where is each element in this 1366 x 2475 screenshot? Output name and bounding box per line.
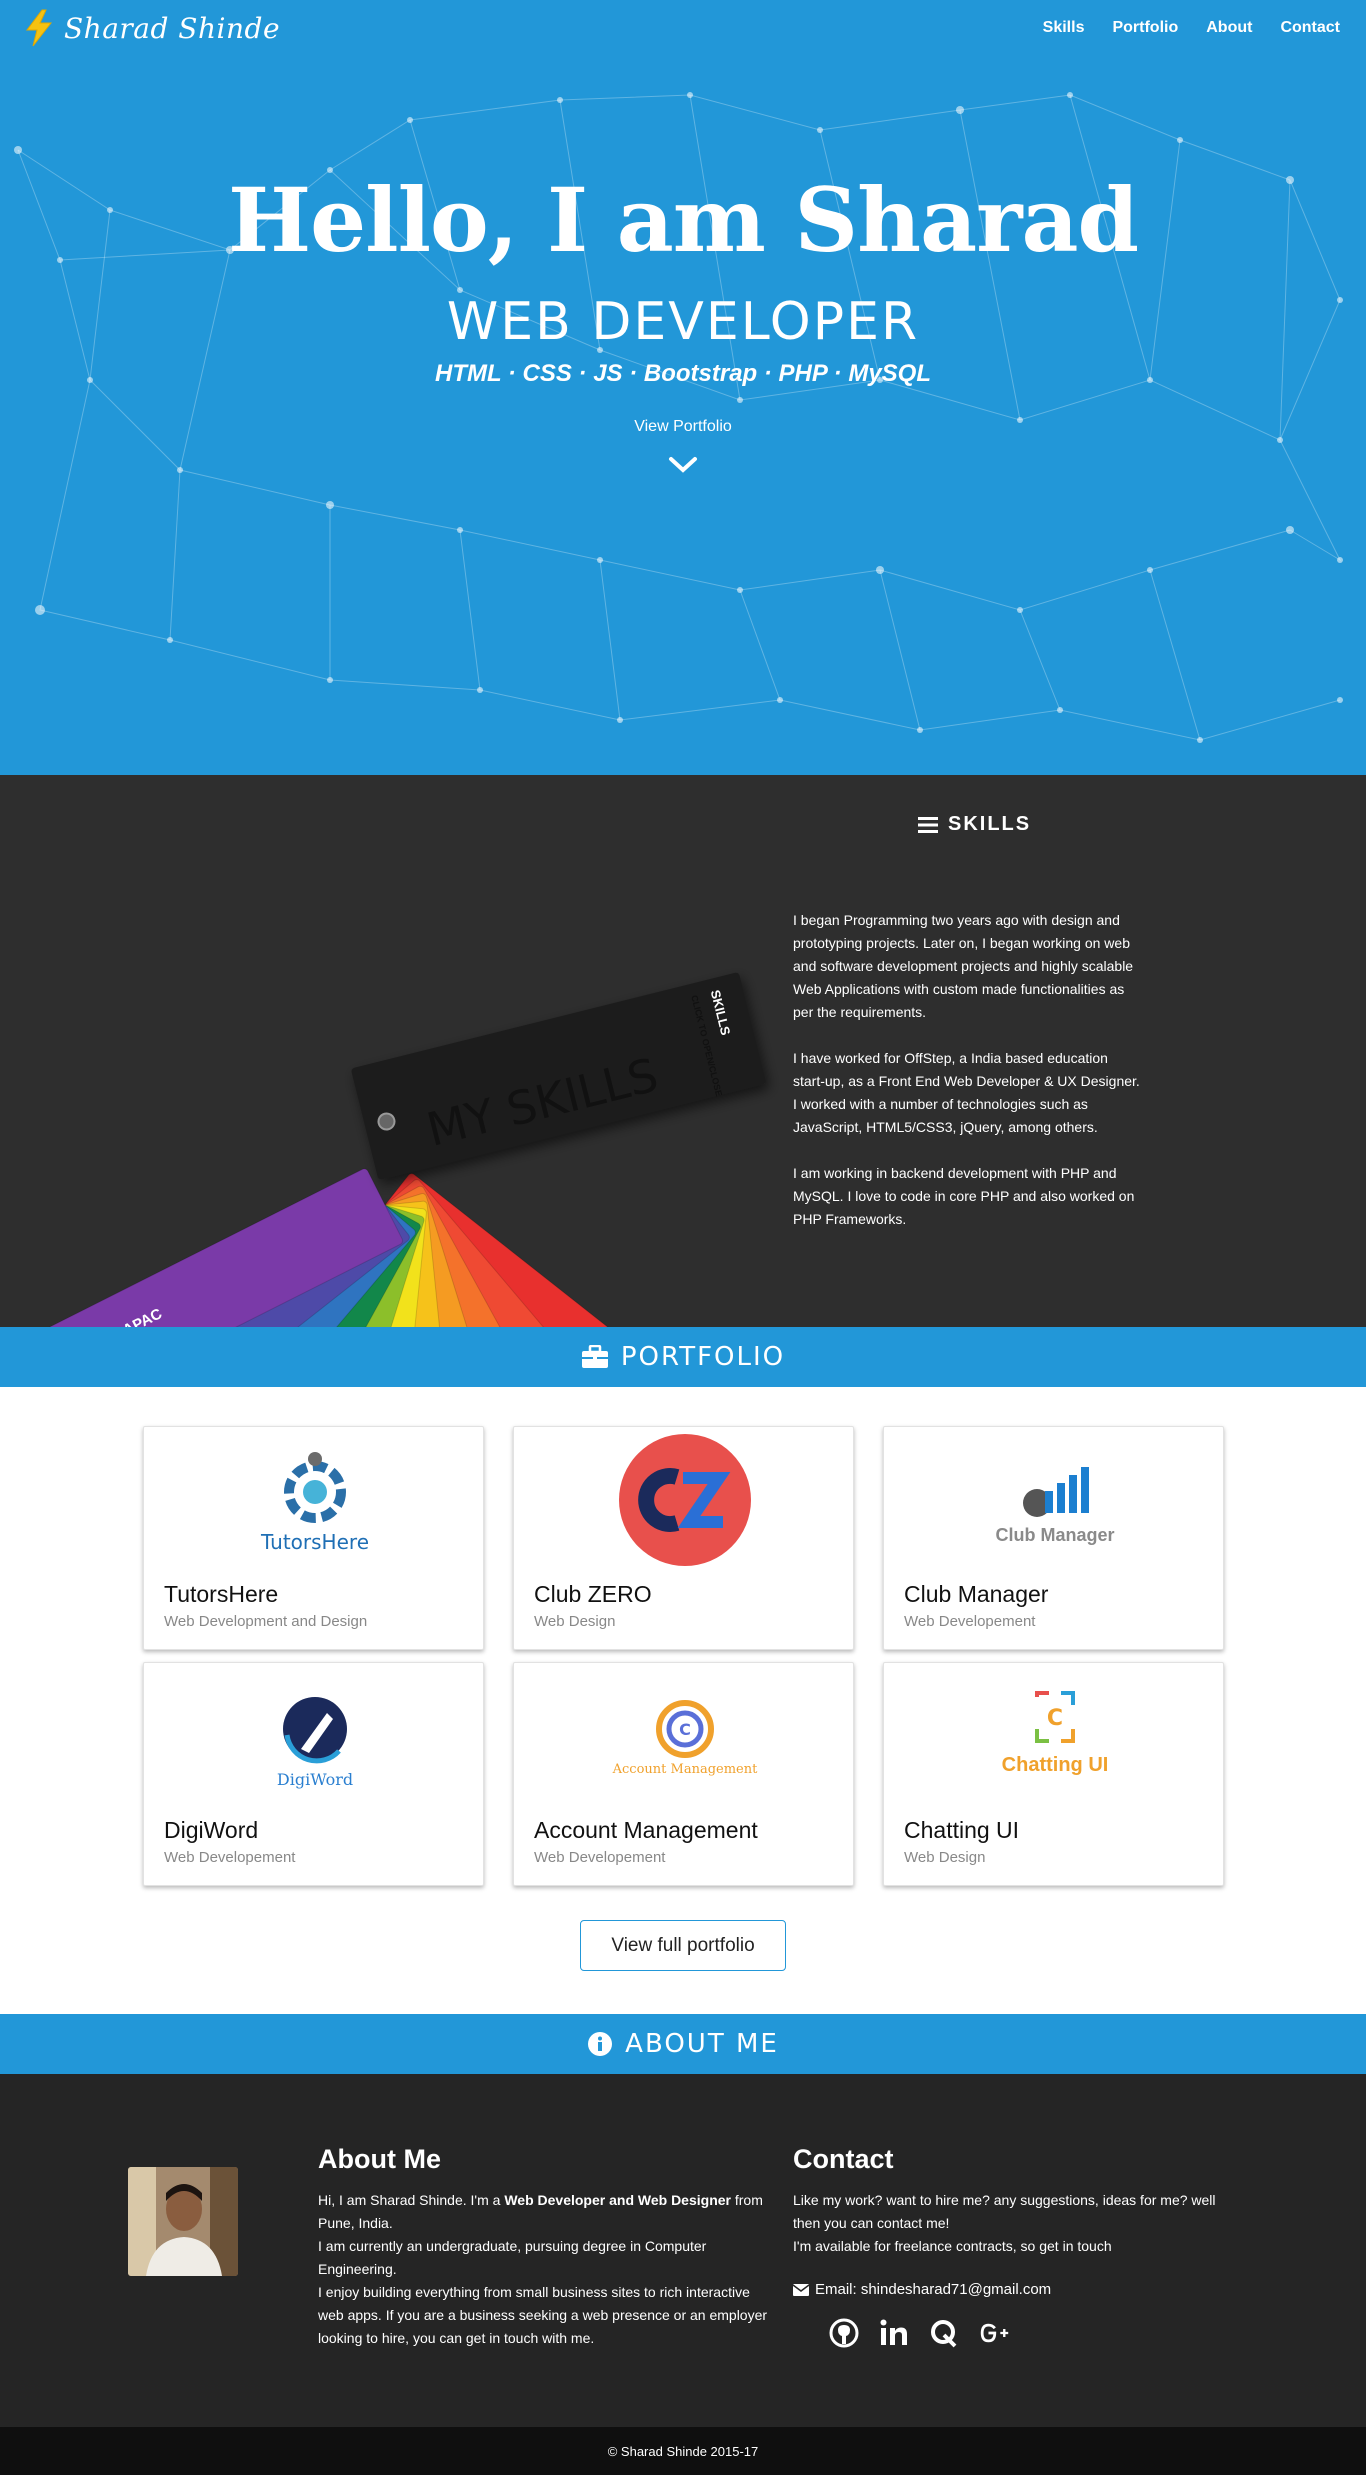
svg-text:TutorsHere: TutorsHere [259, 1530, 368, 1554]
tutorshere-logo: TutorsHere [144, 1427, 485, 1577]
my-skills-card[interactable]: MY SKILLS SKILLS CLICK TO OPEN/CLOSE [351, 972, 767, 1181]
hero-tech-list: HTML · CSS · JS · Bootstrap · PHP · MySQ… [434, 360, 932, 387]
svg-text:CZ: CZ [684, 1567, 686, 1569]
svg-text:Chatting UI: Chatting UI [1001, 1754, 1108, 1776]
card-title: Club ZERO [534, 1581, 652, 1607]
svg-text:Account Management: Account Management [611, 1762, 757, 1777]
svg-text:C: C [1046, 1706, 1062, 1731]
svg-text:C: C [679, 1720, 691, 1739]
portfolio-card-digiword[interactable]: DigiWord DigiWord Web Developement [143, 1662, 484, 1886]
social-links [793, 2318, 1243, 2348]
about-me-title: About Me [318, 2144, 441, 2174]
card-title: DigiWord [164, 1817, 259, 1843]
bars-icon [918, 816, 938, 833]
linkedin-icon[interactable] [879, 2318, 909, 2348]
view-full-portfolio-button[interactable]: View full portfolio [580, 1920, 786, 1971]
top-navbar: Sharad Shinde Skills Portfolio About Con… [0, 0, 1366, 56]
card-title: Club Manager [904, 1581, 1049, 1607]
card-title: TutorsHere [164, 1581, 279, 1607]
contact-title: Contact [793, 2144, 894, 2174]
digiword-logo: DigiWord [144, 1663, 485, 1813]
card-subtitle: Web Design [534, 1613, 616, 1630]
portfolio-section: TutorsHere TutorsHere Web Development an… [0, 1387, 1366, 2014]
card-title: Chatting UI [904, 1817, 1020, 1843]
account-management-logo: C Account Management [514, 1663, 855, 1813]
svg-text:Club Manager: Club Manager [995, 1525, 1114, 1545]
portfolio-card-account-management[interactable]: C Account Management Account Management … [513, 1662, 854, 1886]
contact-line-1: Like my work? want to hire me? any sugge… [793, 2192, 1216, 2231]
about-intro-bold: Web Developer and Web Designer [504, 2192, 731, 2208]
google-plus-icon[interactable] [979, 2318, 1009, 2348]
about-heading-bar: ABOUT ME [0, 2014, 1366, 2074]
card-subtitle: Web Development and Design [164, 1613, 368, 1630]
hero-subtitle: WEB DEVELOPER [446, 292, 920, 352]
card-subtitle: Web Developement [904, 1613, 1036, 1630]
lightning-bolt-icon [26, 9, 53, 47]
nav-link-skills[interactable]: Skills [1043, 19, 1085, 37]
about-me-column: About Me Hi, I am Sharad Shinde. I'm a W… [318, 2144, 773, 2350]
card-subtitle: Web Developement [534, 1849, 666, 1866]
skills-paragraph-3: I am working in backend development with… [793, 1165, 1135, 1227]
quora-icon[interactable] [929, 2318, 959, 2348]
info-circle-icon [588, 2032, 613, 2056]
skills-heading-label: SKILLS [948, 813, 1032, 835]
card-subtitle: Web Developement [164, 1849, 296, 1866]
contact-text: Like my work? want to hire me? any sugge… [793, 2189, 1243, 2258]
brand-name: Sharad Shinde [64, 11, 281, 45]
contact-column: Contact Like my work? want to hire me? a… [793, 2144, 1243, 2348]
skills-paragraph-2: I have worked for OffStep, a India based… [793, 1050, 1140, 1135]
copyright-text: © Sharad Shinde 2015-17 [607, 2443, 759, 2459]
portfolio-card-club-manager[interactable]: Club Manager Club Manager Web Developeme… [883, 1426, 1224, 1650]
skills-section: HTMLCSSJAVASCBOOTSTMATERPHPMYSQWORDPUI/U… [0, 775, 1366, 1327]
skills-fan-graphic[interactable]: HTMLCSSJAVASCBOOTSTMATERPHPMYSQWORDPUI/U… [0, 775, 790, 1327]
skills-description: I began Programming two years ago with d… [793, 909, 1143, 1254]
contact-line-2: I'm available for freelance contracts, s… [793, 2238, 1112, 2254]
about-line-2: I am currently an undergraduate, pursuin… [318, 2238, 707, 2277]
email-text: Email: shindesharad71@gmail.com [815, 2281, 1052, 2298]
skills-heading: SKILLS [918, 813, 1031, 836]
about-intro-pre: Hi, I am Sharad Shinde. I'm a [318, 2192, 505, 2208]
portfolio-card-club-zero[interactable]: CZ Club ZERO Web Design [513, 1426, 854, 1650]
avatar [128, 2167, 238, 2276]
skills-paragraph-1: I began Programming two years ago with d… [793, 912, 1134, 1020]
club-zero-logo: CZ [514, 1427, 855, 1577]
nav-links: Skills Portfolio About Contact [1043, 19, 1340, 37]
hero-title: Hello, I am Sharad [228, 168, 1139, 272]
club-manager-logo: Club Manager [884, 1427, 1225, 1577]
nav-link-portfolio[interactable]: Portfolio [1112, 19, 1178, 37]
chatting-ui-logo: C Chatting UI [884, 1663, 1225, 1813]
chevron-down-icon[interactable] [668, 456, 698, 474]
briefcase-icon [581, 1345, 608, 1368]
about-heading: ABOUT ME [625, 2029, 779, 2059]
portfolio-card-tutorshere[interactable]: TutorsHere TutorsHere Web Development an… [143, 1426, 484, 1650]
nav-link-contact[interactable]: Contact [1280, 19, 1340, 37]
view-portfolio-link[interactable]: View Portfolio [583, 418, 783, 436]
email-link[interactable]: Email: shindesharad71@gmail.com [793, 2281, 1243, 2298]
about-line-3: I enjoy building everything from small b… [318, 2284, 768, 2346]
about-section: About Me Hi, I am Sharad Shinde. I'm a W… [0, 2074, 1366, 2427]
portfolio-heading-bar: PORTFOLIO [0, 1327, 1366, 1387]
nav-link-about[interactable]: About [1206, 19, 1252, 37]
envelope-icon [793, 2283, 809, 2296]
about-me-text: Hi, I am Sharad Shinde. I'm a Web Develo… [318, 2189, 773, 2350]
svg-text:DigiWord: DigiWord [276, 1770, 352, 1789]
portfolio-card-chatting-ui[interactable]: C Chatting UI Chatting UI Web Design [883, 1662, 1224, 1886]
card-subtitle: Web Design [904, 1849, 986, 1866]
card-title: Account Management [534, 1817, 758, 1843]
portfolio-grid: TutorsHere TutorsHere Web Development an… [143, 1426, 1225, 1886]
footer: © Sharad Shinde 2015-17 [0, 2427, 1366, 2475]
github-icon[interactable] [829, 2318, 859, 2348]
hero-section: Sharad Shinde Skills Portfolio About Con… [0, 0, 1366, 775]
portfolio-heading: PORTFOLIO [620, 1342, 786, 1372]
brand[interactable]: Sharad Shinde [24, 9, 280, 47]
